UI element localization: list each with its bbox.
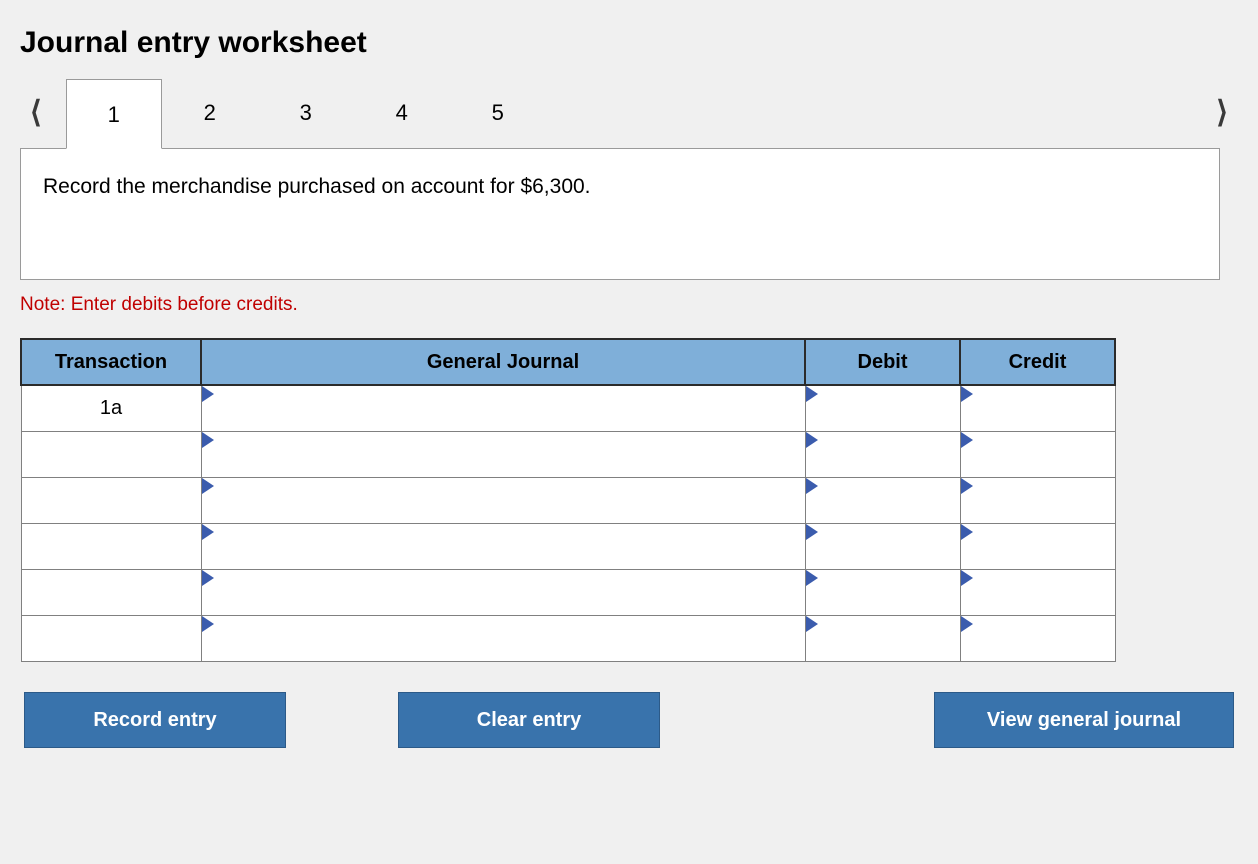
cell-credit[interactable] — [960, 523, 1115, 569]
tab-1[interactable]: 1 — [66, 79, 162, 149]
header-credit: Credit — [960, 339, 1115, 385]
header-transaction: Transaction — [21, 339, 201, 385]
page-title: Journal entry worksheet — [20, 26, 1238, 60]
cell-debit[interactable] — [805, 615, 960, 661]
prompt-text: Record the merchandise purchased on acco… — [43, 175, 591, 198]
header-debit: Debit — [805, 339, 960, 385]
cell-general-journal[interactable] — [201, 523, 805, 569]
cell-debit[interactable] — [805, 523, 960, 569]
cell-debit[interactable] — [805, 477, 960, 523]
cell-credit[interactable] — [960, 615, 1115, 661]
cell-credit[interactable] — [960, 477, 1115, 523]
note-text: Note: Enter debits before credits. — [20, 294, 1238, 316]
header-general-journal: General Journal — [201, 339, 805, 385]
cell-credit[interactable] — [960, 431, 1115, 477]
prev-arrow[interactable]: ⟨ — [20, 78, 52, 148]
cell-general-journal[interactable] — [201, 431, 805, 477]
table-row: 1a — [21, 385, 1115, 431]
cell-debit[interactable] — [805, 431, 960, 477]
table-row — [21, 431, 1115, 477]
next-arrow[interactable]: ⟩ — [1206, 78, 1238, 148]
journal-table: Transaction General Journal Debit Credit… — [20, 338, 1116, 662]
cell-debit[interactable] — [805, 569, 960, 615]
cell-general-journal[interactable] — [201, 615, 805, 661]
table-row — [21, 523, 1115, 569]
cell-general-journal[interactable] — [201, 385, 805, 431]
record-entry-button[interactable]: Record entry — [24, 692, 286, 748]
tabs: 1 2 3 4 5 — [66, 78, 546, 148]
view-general-journal-button[interactable]: View general journal — [934, 692, 1234, 748]
table-row — [21, 569, 1115, 615]
button-row: Record entry Clear entry View general jo… — [20, 692, 1238, 748]
cell-credit[interactable] — [960, 569, 1115, 615]
tab-3[interactable]: 3 — [258, 78, 354, 148]
clear-entry-button[interactable]: Clear entry — [398, 692, 660, 748]
cell-transaction[interactable] — [21, 615, 201, 661]
cell-debit[interactable] — [805, 385, 960, 431]
cell-general-journal[interactable] — [201, 477, 805, 523]
tab-4[interactable]: 4 — [354, 78, 450, 148]
cell-transaction[interactable] — [21, 431, 201, 477]
cell-credit[interactable] — [960, 385, 1115, 431]
cell-transaction[interactable] — [21, 477, 201, 523]
tab-nav-row: ⟨ 1 2 3 4 5 ⟩ — [20, 78, 1238, 148]
cell-transaction[interactable] — [21, 569, 201, 615]
table-row — [21, 477, 1115, 523]
cell-transaction[interactable] — [21, 523, 201, 569]
tab-2[interactable]: 2 — [162, 78, 258, 148]
tab-5[interactable]: 5 — [450, 78, 546, 148]
cell-transaction[interactable]: 1a — [21, 385, 201, 431]
prompt-panel: Record the merchandise purchased on acco… — [20, 148, 1220, 280]
table-row — [21, 615, 1115, 661]
cell-general-journal[interactable] — [201, 569, 805, 615]
